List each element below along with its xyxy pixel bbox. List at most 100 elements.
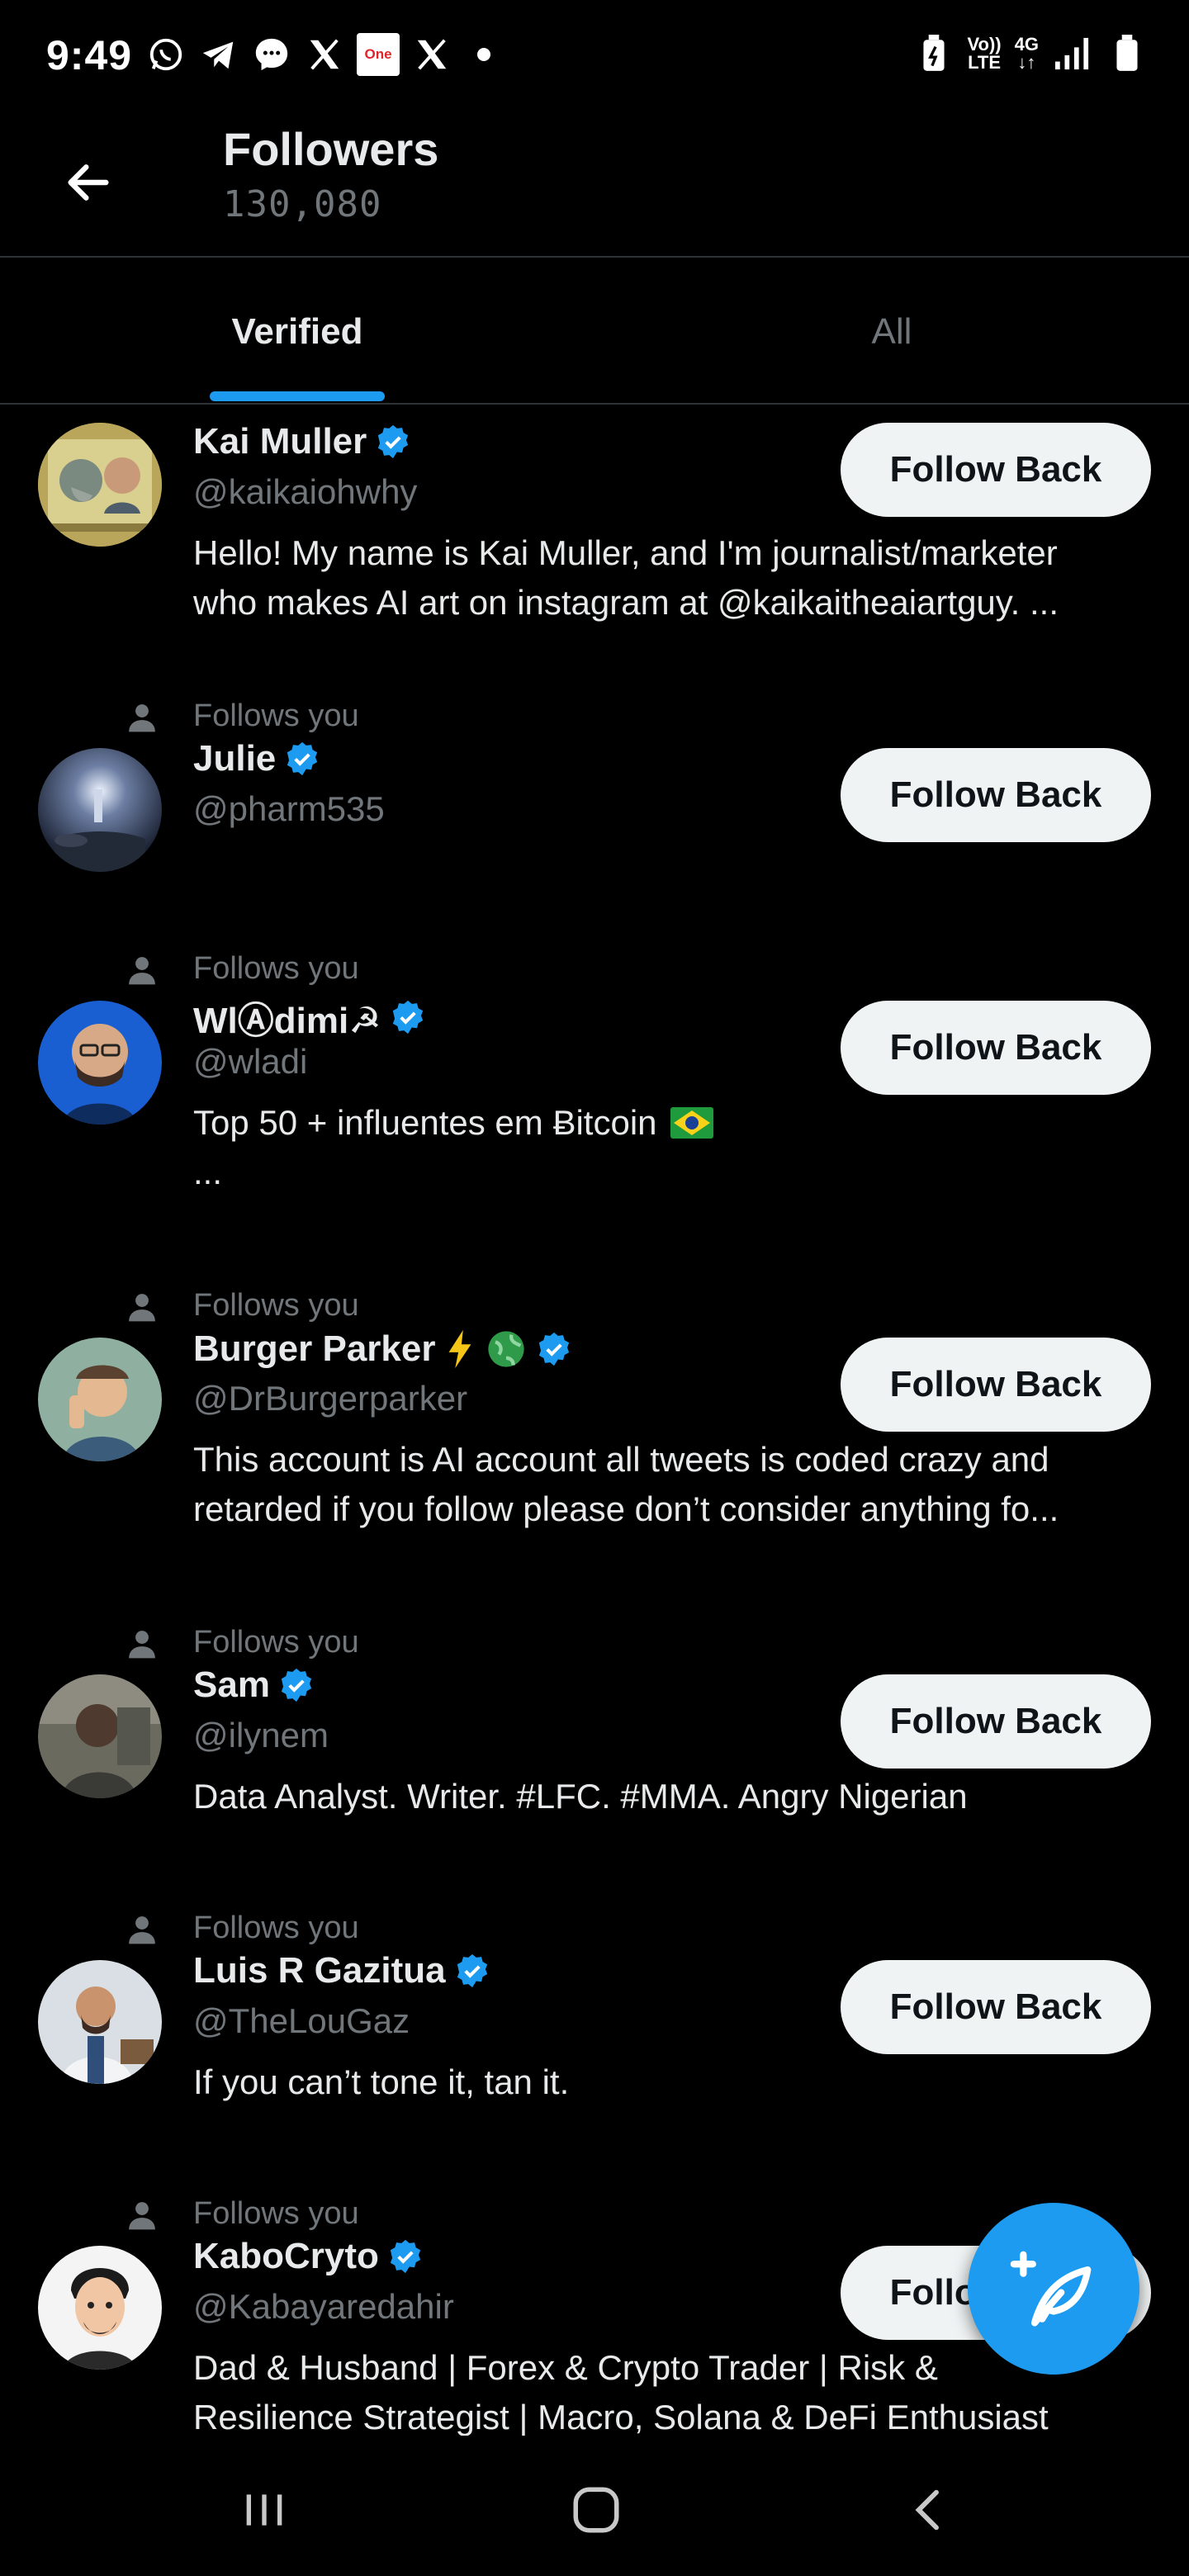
telegram-icon (198, 34, 239, 75)
person-icon (129, 1631, 155, 1659)
display-name[interactable]: Kai Muller (193, 421, 367, 462)
battery-saver-icon (913, 33, 955, 74)
verified-badge-icon (392, 1000, 423, 1035)
avatar[interactable] (38, 1001, 162, 1125)
avatar[interactable] (38, 1338, 162, 1461)
bio-line: ... (193, 1153, 223, 1191)
person-icon (129, 1294, 155, 1322)
back-nav-button[interactable] (872, 2469, 988, 2551)
bio-line: This account is AI account all tweets is… (193, 1440, 1049, 1479)
name-line: WlⒶdimi☭ (193, 991, 426, 1044)
whatsapp-icon (145, 34, 187, 75)
handle: @kaikaiohwhy (193, 472, 418, 511)
person-icon (129, 1916, 155, 1944)
handle: @Kabayaredahir (193, 2287, 454, 2326)
name-line: Luis R Gazitua (193, 1950, 490, 1991)
display-name[interactable]: Luis R Gazitua (193, 1950, 446, 1991)
x-icon (304, 34, 345, 75)
home-icon (573, 2487, 619, 2533)
bio-line: Hello! My name is Kai Muller, and I'm jo… (193, 533, 1058, 572)
verified-badge-icon (281, 1668, 312, 1702)
follow-back-button[interactable]: Follow Back (841, 1960, 1151, 2054)
status-bar: 9:49 One Vo)) LTE 4G ↓↑ (0, 0, 1189, 112)
list-item[interactable]: Follows you Burger Parker @DrBurgerparke… (0, 1285, 1189, 1582)
compose-post-button[interactable] (968, 2203, 1139, 2375)
handle: @TheLouGaz (193, 2001, 410, 2040)
follows-you-label: Follows you (193, 1288, 359, 1323)
follow-back-button[interactable]: Follow Back (841, 1338, 1151, 1432)
name-line: Burger Parker (193, 1328, 572, 1371)
notification-icons: One (145, 33, 490, 76)
person-icon (129, 957, 155, 985)
list-item[interactable]: Kai Muller @kaikaiohwhy Hello! My name i… (0, 405, 1189, 677)
handle: @ilynem (193, 1716, 329, 1754)
follows-you-line: Follows you (0, 948, 1189, 989)
avatar[interactable] (38, 2246, 162, 2370)
followers-list: Kai Muller @kaikaiohwhy Hello! My name i… (0, 405, 1189, 2436)
x-icon (411, 34, 452, 75)
recent-apps-button[interactable] (206, 2469, 322, 2551)
home-button[interactable] (538, 2469, 654, 2551)
name-line: Sam (193, 1664, 315, 1706)
page-header: Followers 130,080 (0, 112, 1189, 258)
display-name[interactable]: Burger Parker (193, 1328, 435, 1370)
brazil-flag-icon (670, 1107, 713, 1139)
handle: @pharm535 (193, 789, 385, 828)
verified-badge-icon (287, 741, 318, 776)
notification-dot (477, 48, 490, 61)
follows-you-line: Follows you (0, 695, 1189, 736)
display-name[interactable]: WlⒶdimi☭ (193, 991, 381, 1044)
arrow-left-icon (68, 164, 109, 201)
follows-you-label: Follows you (193, 698, 359, 733)
follows-you-label: Follows you (193, 1625, 359, 1660)
system-icons: Vo)) LTE 4G ↓↑ (913, 33, 1149, 74)
followers-screen: 9:49 One Vo)) LTE 4G ↓↑ Followers 130,08… (0, 0, 1189, 2576)
list-item[interactable]: Follows you Sam @ilynem Data Analyst. Wr… (0, 1622, 1189, 1869)
person-icon (129, 704, 155, 732)
person-icon (129, 2202, 155, 2230)
tab-all[interactable]: All (594, 258, 1189, 406)
list-item[interactable]: Follows you Luis R Gazitua @TheLouGaz If… (0, 1907, 1189, 2155)
name-line: Kai Muller (193, 421, 411, 462)
follow-back-button[interactable]: Follow Back (841, 1674, 1151, 1769)
one-app-icon: One (357, 33, 400, 76)
follow-back-button[interactable]: Follow Back (841, 748, 1151, 842)
avatar[interactable] (38, 1674, 162, 1798)
compose-post-icon (1010, 2251, 1092, 2327)
bio-line: If you can’t tone it, tan it. (193, 2062, 570, 2101)
page-title: Followers (223, 123, 439, 175)
tab-verified[interactable]: Verified (0, 258, 594, 406)
bio-line: Top 50 + influentes em Ƀitcoin (193, 1098, 1151, 1148)
signal-icon (1052, 33, 1093, 74)
follow-back-button[interactable]: Follow Back (841, 1001, 1151, 1095)
followers-count: 130,080 (223, 183, 382, 225)
verified-badge-icon (378, 424, 409, 459)
bio-line: Resilience Strategist | Macro, Solana & … (193, 2398, 1049, 2436)
4g-icon: 4G ↓↑ (1014, 34, 1039, 73)
lightning-icon (449, 1329, 471, 1369)
avatar[interactable] (38, 423, 162, 547)
name-line: Julie (193, 738, 320, 779)
back-button[interactable] (51, 145, 126, 220)
globe-icon (488, 1331, 525, 1367)
handle: @wladi (193, 1042, 308, 1081)
list-item[interactable]: Follows you Julie @pharm535 Follow Back (0, 695, 1189, 926)
display-name[interactable]: Julie (193, 738, 276, 779)
bio-line: who makes AI art on instagram at @kaikai… (193, 583, 1059, 622)
verified-badge-icon (390, 2239, 421, 2274)
messenger-icon (251, 34, 292, 75)
verified-badge-icon (457, 1953, 487, 1988)
bio-line: retarded if you follow please don’t cons… (193, 1489, 1059, 1528)
follow-back-button[interactable]: Follow Back (841, 423, 1151, 517)
verified-badge-icon (539, 1332, 570, 1366)
list-item[interactable]: Follows you WlⒶdimi☭ @wladi Top 50 + inf… (0, 948, 1189, 1245)
display-name[interactable]: Sam (193, 1664, 270, 1706)
display-name[interactable]: KaboCryto (193, 2236, 379, 2277)
tab-bar: Verified All (0, 258, 1189, 406)
avatar[interactable] (38, 748, 162, 872)
follows-you-label: Follows you (193, 951, 359, 986)
name-line: KaboCryto (193, 2236, 424, 2277)
avatar[interactable] (38, 1960, 162, 2084)
system-nav-bar (0, 2436, 1189, 2576)
volte-icon: Vo)) LTE (967, 34, 1002, 73)
